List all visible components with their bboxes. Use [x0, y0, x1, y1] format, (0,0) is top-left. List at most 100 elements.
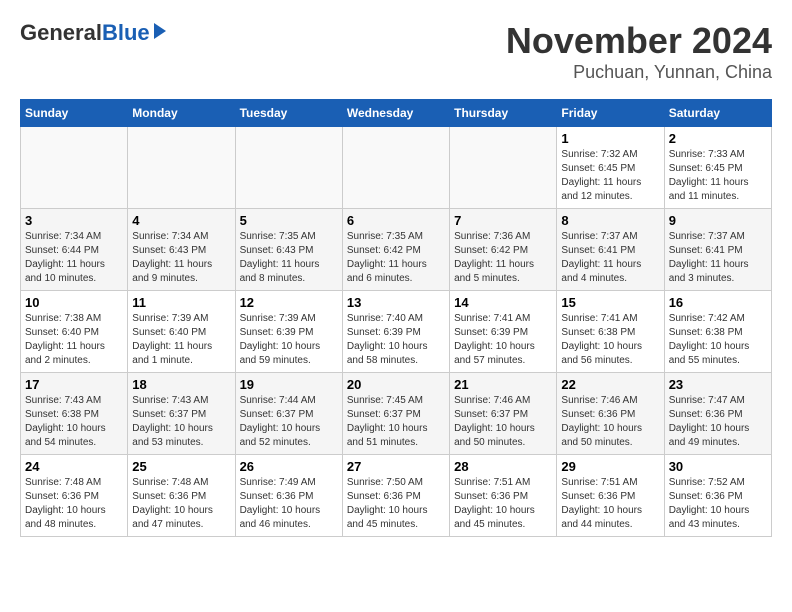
- day-number: 5: [240, 213, 338, 228]
- weekday-header-friday: Friday: [557, 100, 664, 127]
- calendar-cell: 25 Sunrise: 7:48 AM Sunset: 6:36 PM Dayli…: [128, 455, 235, 537]
- day-info: Sunrise: 7:40 AM Sunset: 6:39 PM Dayligh…: [347, 312, 445, 368]
- day-number: 26: [240, 459, 338, 474]
- day-info: Sunrise: 7:52 AM Sunset: 6:36 PM Dayligh…: [669, 476, 767, 532]
- day-info: Sunrise: 7:49 AM Sunset: 6:36 PM Dayligh…: [240, 476, 338, 532]
- calendar-cell: [342, 127, 449, 209]
- day-number: 12: [240, 295, 338, 310]
- calendar-cell: [450, 127, 557, 209]
- day-info: Sunrise: 7:34 AM Sunset: 6:44 PM Dayligh…: [25, 230, 123, 286]
- calendar-cell: 22Sunrise: 7:46 AM Sunset: 6:36 PM Dayli…: [557, 373, 664, 455]
- calendar-cell: 2 Sunrise: 7:33 AM Sunset: 6:45 PM Daylig…: [664, 127, 771, 209]
- day-info: Sunrise: 7:35 AM Sunset: 6:42 PM Dayligh…: [347, 230, 445, 286]
- calendar-cell: 20 Sunrise: 7:45 AM Sunset: 6:37 PM Dayli…: [342, 373, 449, 455]
- day-info: Sunrise: 7:39 AM Sunset: 6:39 PM Dayligh…: [240, 312, 338, 368]
- weekday-header-wednesday: Wednesday: [342, 100, 449, 127]
- calendar-cell: [128, 127, 235, 209]
- day-info: Sunrise: 7:39 AM Sunset: 6:40 PM Dayligh…: [132, 312, 230, 368]
- calendar-week-4: 17 Sunrise: 7:43 AM Sunset: 6:38 PM Dayli…: [21, 373, 772, 455]
- day-number: 3: [25, 213, 123, 228]
- day-number: 21: [454, 377, 552, 392]
- calendar-cell: 9 Sunrise: 7:37 AM Sunset: 6:41 PM Daylig…: [664, 209, 771, 291]
- calendar-cell: 3 Sunrise: 7:34 AM Sunset: 6:44 PM Daylig…: [21, 209, 128, 291]
- calendar-body: 1 Sunrise: 7:32 AM Sunset: 6:45 PM Daylig…: [21, 127, 772, 537]
- calendar-cell: 24 Sunrise: 7:48 AM Sunset: 6:36 PM Dayli…: [21, 455, 128, 537]
- day-number: 30: [669, 459, 767, 474]
- day-number: 6: [347, 213, 445, 228]
- calendar-cell: 18Sunrise: 7:43 AM Sunset: 6:37 PM Dayli…: [128, 373, 235, 455]
- calendar-week-1: 1 Sunrise: 7:32 AM Sunset: 6:45 PM Daylig…: [21, 127, 772, 209]
- calendar-cell: 4 Sunrise: 7:34 AM Sunset: 6:43 PM Daylig…: [128, 209, 235, 291]
- calendar-cell: 14 Sunrise: 7:41 AM Sunset: 6:39 PM Dayli…: [450, 291, 557, 373]
- day-info: Sunrise: 7:48 AM Sunset: 6:36 PM Dayligh…: [25, 476, 123, 532]
- weekday-header-thursday: Thursday: [450, 100, 557, 127]
- day-number: 11: [132, 295, 230, 310]
- day-number: 1: [561, 131, 659, 146]
- day-number: 7: [454, 213, 552, 228]
- day-number: 20: [347, 377, 445, 392]
- day-number: 17: [25, 377, 123, 392]
- calendar-cell: 15Sunrise: 7:41 AM Sunset: 6:38 PM Dayli…: [557, 291, 664, 373]
- calendar-cell: 23 Sunrise: 7:47 AM Sunset: 6:36 PM Dayli…: [664, 373, 771, 455]
- day-info: Sunrise: 7:50 AM Sunset: 6:36 PM Dayligh…: [347, 476, 445, 532]
- day-number: 13: [347, 295, 445, 310]
- day-number: 19: [240, 377, 338, 392]
- day-number: 27: [347, 459, 445, 474]
- location: Puchuan, Yunnan, China: [506, 62, 772, 83]
- day-info: Sunrise: 7:46 AM Sunset: 6:37 PM Dayligh…: [454, 394, 552, 450]
- day-info: Sunrise: 7:45 AM Sunset: 6:37 PM Dayligh…: [347, 394, 445, 450]
- day-number: 28: [454, 459, 552, 474]
- calendar-cell: [235, 127, 342, 209]
- day-number: 22: [561, 377, 659, 392]
- weekday-header-row: SundayMondayTuesdayWednesdayThursdayFrid…: [21, 100, 772, 127]
- day-number: 10: [25, 295, 123, 310]
- day-number: 16: [669, 295, 767, 310]
- weekday-header-saturday: Saturday: [664, 100, 771, 127]
- month-title: November 2024: [506, 20, 772, 62]
- calendar-cell: 27 Sunrise: 7:50 AM Sunset: 6:36 PM Dayli…: [342, 455, 449, 537]
- calendar-cell: 10 Sunrise: 7:38 AM Sunset: 6:40 PM Dayli…: [21, 291, 128, 373]
- calendar-cell: 16 Sunrise: 7:42 AM Sunset: 6:38 PM Dayli…: [664, 291, 771, 373]
- calendar-cell: 28 Sunrise: 7:51 AM Sunset: 6:36 PM Dayli…: [450, 455, 557, 537]
- page-header: General Blue November 2024 Puchuan, Yunn…: [20, 20, 772, 83]
- calendar-cell: 6 Sunrise: 7:35 AM Sunset: 6:42 PM Daylig…: [342, 209, 449, 291]
- day-info: Sunrise: 7:42 AM Sunset: 6:38 PM Dayligh…: [669, 312, 767, 368]
- day-info: Sunrise: 7:48 AM Sunset: 6:36 PM Dayligh…: [132, 476, 230, 532]
- calendar-week-3: 10 Sunrise: 7:38 AM Sunset: 6:40 PM Dayli…: [21, 291, 772, 373]
- logo-arrow-icon: [154, 23, 166, 39]
- day-number: 15: [561, 295, 659, 310]
- day-info: Sunrise: 7:36 AM Sunset: 6:42 PM Dayligh…: [454, 230, 552, 286]
- day-info: Sunrise: 7:43 AM Sunset: 6:38 PM Dayligh…: [25, 394, 123, 450]
- day-number: 14: [454, 295, 552, 310]
- day-info: Sunrise: 7:37 AM Sunset: 6:41 PM Dayligh…: [669, 230, 767, 286]
- calendar-cell: 26 Sunrise: 7:49 AM Sunset: 6:36 PM Dayli…: [235, 455, 342, 537]
- day-info: Sunrise: 7:32 AM Sunset: 6:45 PM Dayligh…: [561, 148, 659, 204]
- calendar-cell: 17 Sunrise: 7:43 AM Sunset: 6:38 PM Dayli…: [21, 373, 128, 455]
- day-info: Sunrise: 7:51 AM Sunset: 6:36 PM Dayligh…: [454, 476, 552, 532]
- day-info: Sunrise: 7:43 AM Sunset: 6:37 PM Dayligh…: [132, 394, 230, 450]
- day-info: Sunrise: 7:35 AM Sunset: 6:43 PM Dayligh…: [240, 230, 338, 286]
- calendar-cell: [21, 127, 128, 209]
- calendar-cell: 30 Sunrise: 7:52 AM Sunset: 6:36 PM Dayli…: [664, 455, 771, 537]
- day-number: 23: [669, 377, 767, 392]
- day-number: 29: [561, 459, 659, 474]
- day-info: Sunrise: 7:41 AM Sunset: 6:39 PM Dayligh…: [454, 312, 552, 368]
- day-info: Sunrise: 7:34 AM Sunset: 6:43 PM Dayligh…: [132, 230, 230, 286]
- day-info: Sunrise: 7:38 AM Sunset: 6:40 PM Dayligh…: [25, 312, 123, 368]
- day-number: 25: [132, 459, 230, 474]
- calendar-cell: 8Sunrise: 7:37 AM Sunset: 6:41 PM Daylig…: [557, 209, 664, 291]
- calendar-cell: 7 Sunrise: 7:36 AM Sunset: 6:42 PM Daylig…: [450, 209, 557, 291]
- calendar-cell: 1 Sunrise: 7:32 AM Sunset: 6:45 PM Daylig…: [557, 127, 664, 209]
- day-number: 4: [132, 213, 230, 228]
- day-info: Sunrise: 7:47 AM Sunset: 6:36 PM Dayligh…: [669, 394, 767, 450]
- day-number: 24: [25, 459, 123, 474]
- calendar-cell: 29Sunrise: 7:51 AM Sunset: 6:36 PM Dayli…: [557, 455, 664, 537]
- day-number: 2: [669, 131, 767, 146]
- calendar-cell: 21 Sunrise: 7:46 AM Sunset: 6:37 PM Dayli…: [450, 373, 557, 455]
- calendar-week-5: 24 Sunrise: 7:48 AM Sunset: 6:36 PM Dayli…: [21, 455, 772, 537]
- day-info: Sunrise: 7:33 AM Sunset: 6:45 PM Dayligh…: [669, 148, 767, 204]
- logo-blue-text: Blue: [102, 20, 150, 46]
- logo: General Blue: [20, 20, 166, 46]
- day-number: 9: [669, 213, 767, 228]
- weekday-header-tuesday: Tuesday: [235, 100, 342, 127]
